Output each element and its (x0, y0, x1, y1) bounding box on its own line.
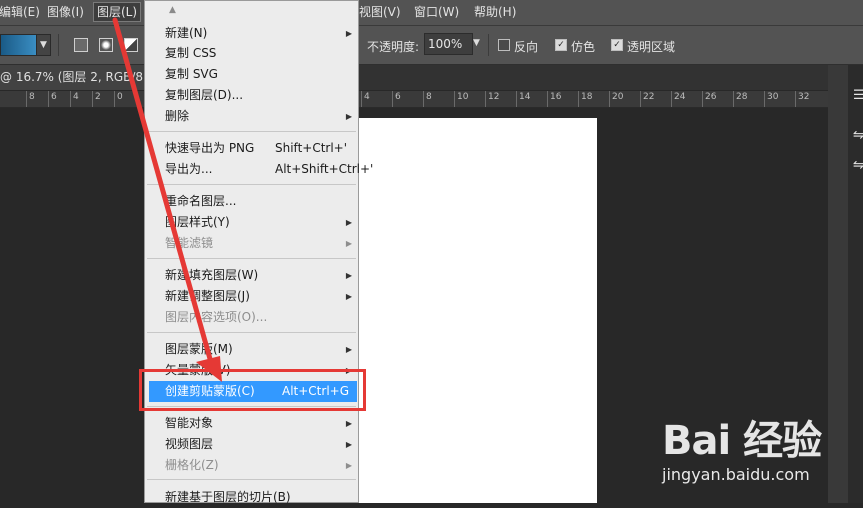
arrow-shaft (112, 17, 215, 369)
watermark-brand: Bai 经验 (662, 418, 822, 464)
watermark-url: jingyan.baidu.com (662, 465, 810, 484)
arrow-head (196, 356, 222, 382)
baidu-watermark: Bai 经验 jingyan.baidu.com (662, 408, 862, 503)
